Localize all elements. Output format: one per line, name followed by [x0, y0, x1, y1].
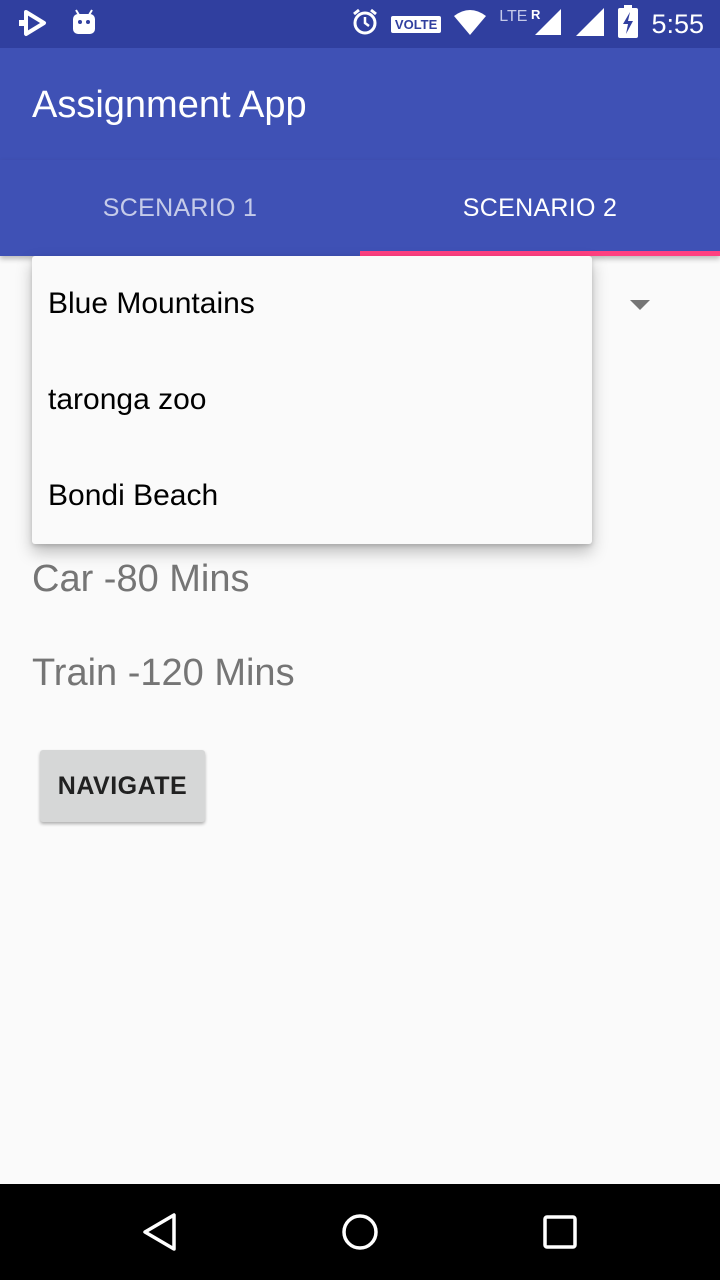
dropdown-option-bondi-beach[interactable]: Bondi Beach	[32, 448, 592, 544]
train-time-text: Train -120 Mins	[32, 652, 295, 694]
app-bar: Assignment App	[0, 48, 720, 160]
dropdown-option-blue-mountains[interactable]: Blue Mountains	[32, 256, 592, 352]
svg-text:R: R	[531, 7, 541, 22]
lte-label: LTE	[499, 8, 528, 25]
status-time: 5:55	[651, 8, 704, 39]
car-time-text: Car -80 Mins	[32, 558, 250, 600]
play-store-icon	[18, 6, 52, 45]
navigate-button[interactable]: NAVIGATE	[40, 750, 205, 822]
back-icon[interactable]	[140, 1212, 180, 1252]
android-icon	[70, 8, 98, 43]
wifi-icon	[453, 8, 487, 41]
signal-r-icon: R	[531, 7, 563, 42]
tab-scenario-1[interactable]: SCENARIO 1	[0, 160, 360, 256]
recents-icon[interactable]	[540, 1212, 580, 1252]
signal-icon	[575, 7, 605, 42]
status-bar: VOLTE LTE R 5:55	[0, 0, 720, 48]
alarm-icon	[351, 8, 379, 41]
navigation-bar	[0, 1184, 720, 1280]
battery-icon	[617, 4, 639, 44]
volte-badge: VOLTE	[390, 15, 442, 33]
tab-scenario-2[interactable]: SCENARIO 2	[360, 160, 720, 256]
spinner-dropdown-arrow-icon[interactable]	[630, 300, 650, 310]
tab-bar: SCENARIO 1 SCENARIO 2	[0, 160, 720, 256]
dropdown-option-taronga-zoo[interactable]: taronga zoo	[32, 352, 592, 448]
home-icon[interactable]	[340, 1212, 380, 1252]
app-title: Assignment App	[32, 84, 307, 126]
destination-dropdown: Blue Mountains taronga zoo Bondi Beach	[32, 256, 592, 544]
